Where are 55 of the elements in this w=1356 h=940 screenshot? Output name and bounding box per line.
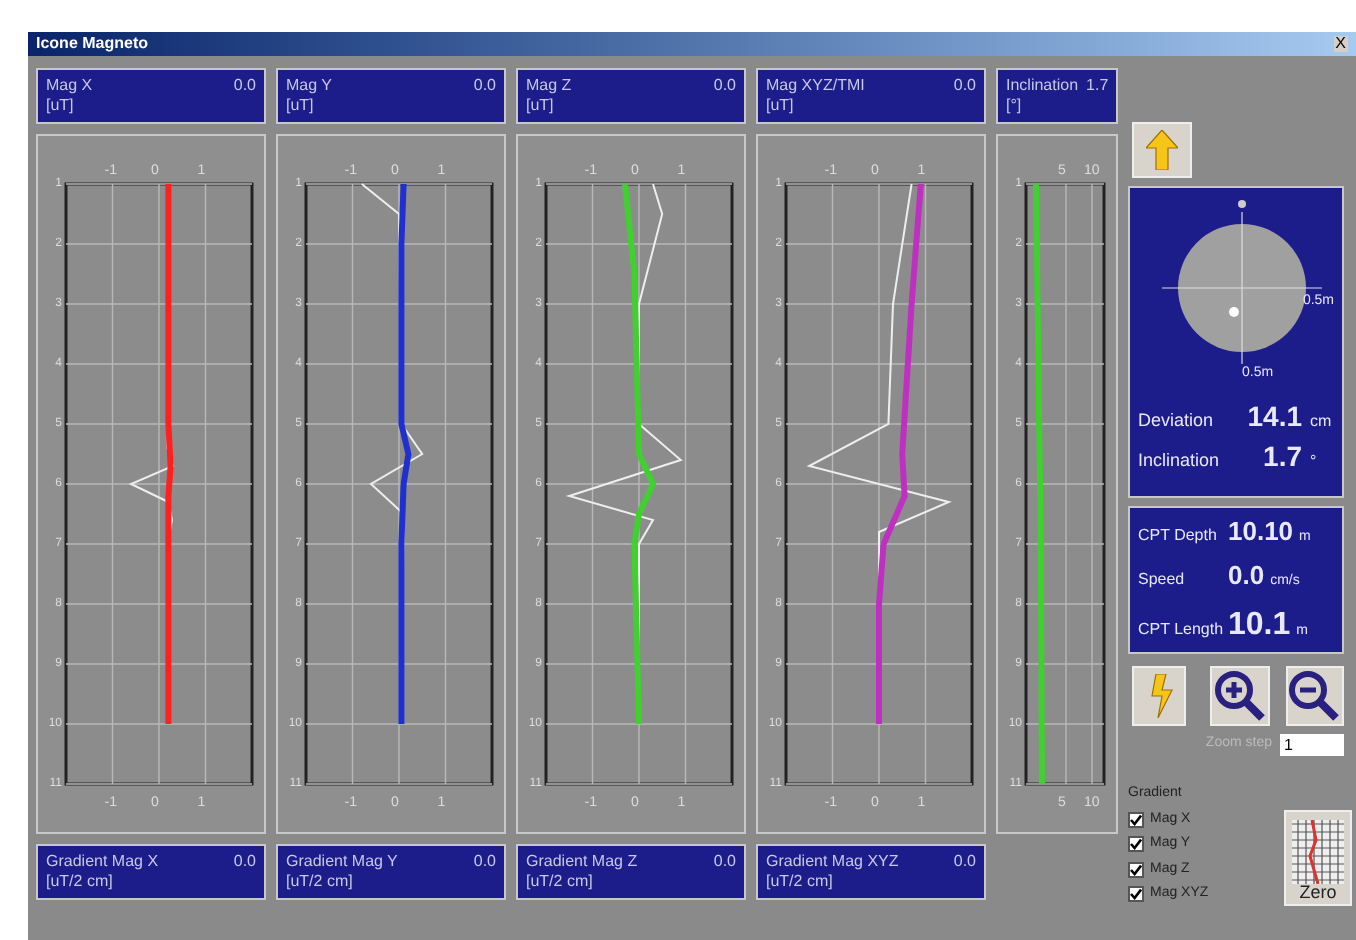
reading-unit: ° [1310, 450, 1317, 474]
value-label: Mag XYZ/TMI [766, 76, 865, 96]
reading-label: CPT Depth [1138, 523, 1219, 547]
value-number: 1.7 [1086, 76, 1109, 96]
checkbox[interactable] [1128, 836, 1144, 853]
reading-label: CPT Length [1138, 617, 1222, 641]
reading-label: Deviation [1138, 408, 1216, 434]
close-button[interactable]: X [1333, 36, 1348, 52]
zoom-in-icon [1214, 670, 1267, 722]
value-number: 0.0 [233, 852, 256, 872]
reading-value: 14.1 [1245, 398, 1302, 436]
value-label: Gradient Mag Y [286, 852, 398, 872]
value-label: Gradient Mag XYZ [766, 852, 899, 872]
value-unit: [uT] [766, 96, 796, 116]
value-unit: [°] [1006, 96, 1024, 116]
zero-button[interactable]: Zero [1284, 809, 1352, 905]
trigger-button[interactable] [1132, 666, 1187, 726]
checkbox[interactable] [1128, 886, 1144, 903]
value-unit: [uT/2 cm] [766, 872, 835, 892]
reading-value: 0.0 [1228, 558, 1265, 594]
value-unit: [uT] [286, 96, 316, 116]
value-label: Mag Y [286, 76, 332, 96]
value-label: Inclination [1006, 76, 1079, 96]
value-unit: [uT] [526, 96, 556, 116]
zoom-out-icon [1288, 670, 1341, 722]
lightning-icon [1145, 674, 1174, 718]
reading-label: Inclination [1138, 448, 1222, 474]
value-number: 0.0 [953, 852, 976, 872]
reading-unit: cm [1310, 410, 1332, 434]
reading-label: Speed [1138, 568, 1187, 592]
zoom-step-field[interactable]: 1 [1280, 734, 1344, 756]
value-unit: [uT/2 cm] [526, 872, 595, 892]
value-number: 0.0 [233, 76, 256, 96]
reading-value: 10.10 [1228, 513, 1294, 549]
value-unit: [uT/2 cm] [46, 872, 115, 892]
value-number: 0.0 [713, 76, 736, 96]
checkbox[interactable] [1128, 811, 1144, 828]
reading-value: 10.1 [1228, 605, 1291, 645]
value-label: Gradient Mag Z [526, 852, 638, 872]
up-arrow-icon [1146, 130, 1178, 170]
grid-icon [1292, 819, 1344, 883]
checkbox[interactable] [1128, 861, 1144, 878]
value-unit: [uT/2 cm] [286, 872, 355, 892]
value-number: 0.0 [953, 76, 976, 96]
window-title: Icone Magneto [36, 36, 149, 52]
value-label: Mag X [46, 76, 93, 96]
zoom-out-button[interactable] [1285, 666, 1344, 726]
zoom-in-button[interactable] [1210, 666, 1270, 726]
reading-value: 1.7 [1261, 438, 1302, 476]
value-number: 0.0 [473, 76, 496, 96]
value-label: Mag Z [526, 76, 572, 96]
value-unit: [uT] [46, 96, 76, 116]
value-number: 0.0 [473, 852, 496, 872]
value-label: Gradient Mag X [46, 852, 159, 872]
value-number: 0.0 [713, 852, 736, 872]
